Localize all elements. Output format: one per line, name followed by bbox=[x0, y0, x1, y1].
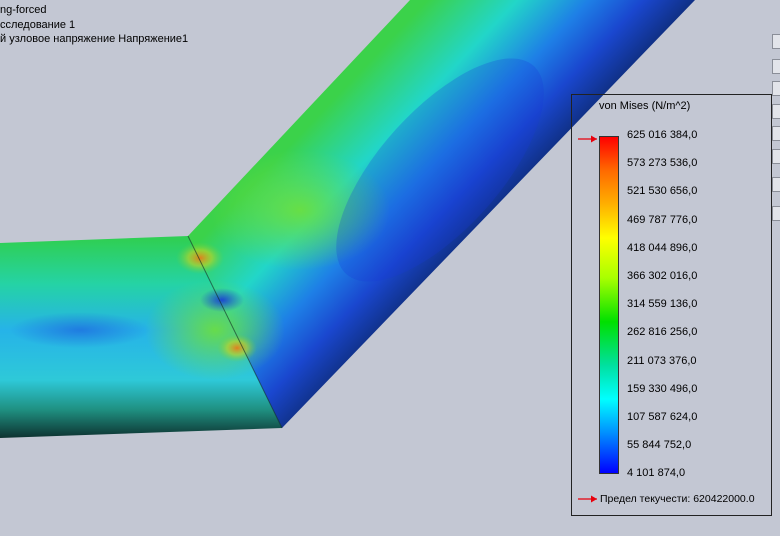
plot-name: й узловое напряжение Напряжение1 bbox=[0, 33, 189, 45]
legend-tick-label: 4 101 874,0 bbox=[627, 467, 686, 480]
study-name: сследование 1 bbox=[0, 18, 76, 31]
yield-strength-label: Предел текучести: 620422000.0 bbox=[600, 493, 755, 505]
task-pane-tab[interactable] bbox=[772, 149, 780, 164]
task-pane-tab[interactable] bbox=[772, 81, 780, 96]
legend-tick-label: 159 330 496,0 bbox=[627, 382, 698, 395]
max-value-arrow bbox=[578, 135, 597, 143]
task-pane-tab[interactable] bbox=[772, 206, 780, 221]
task-pane-tab[interactable] bbox=[772, 104, 780, 119]
yield-arrow bbox=[578, 495, 597, 503]
legend-tick-label: 366 302 016,0 bbox=[627, 270, 698, 282]
task-pane-tab[interactable] bbox=[772, 177, 780, 192]
task-pane-tab[interactable] bbox=[772, 59, 780, 74]
legend-tick-label: 625 016 384,0 bbox=[627, 129, 698, 141]
legend-tick-label: 418 044 896,0 bbox=[627, 241, 698, 254]
legend-title: von Mises (N/m^2) bbox=[599, 100, 691, 112]
legend-tick-label: 521 530 656,0 bbox=[627, 185, 698, 198]
legend-tick-label: 469 787 776,0 bbox=[627, 213, 698, 226]
legend-tick-label: 262 816 256,0 bbox=[627, 326, 698, 339]
graphics-viewport[interactable]: ng-forced сследование 1 й узловое напряж… bbox=[0, 0, 780, 536]
legend-tick-label: 107 587 624,0 bbox=[627, 411, 698, 423]
study-info: ng-forced сследование 1 й узловое напряж… bbox=[0, 3, 188, 47]
stress-legend[interactable]: von Mises (N/m^2) 625 016 384,0 573 273 5… bbox=[571, 94, 772, 516]
legend-tick-label: 211 073 376,0 bbox=[627, 354, 697, 367]
legend-colorbar bbox=[599, 136, 619, 474]
legend-tick-label: 55 844 752,0 bbox=[627, 439, 692, 452]
task-pane-tab[interactable] bbox=[772, 126, 780, 141]
legend-tick-label: 314 559 136,0 bbox=[627, 298, 698, 311]
task-pane-tab[interactable] bbox=[772, 34, 780, 49]
legend-tick-label: 573 273 536,0 bbox=[627, 157, 698, 170]
model-name: ng-forced bbox=[0, 4, 47, 16]
